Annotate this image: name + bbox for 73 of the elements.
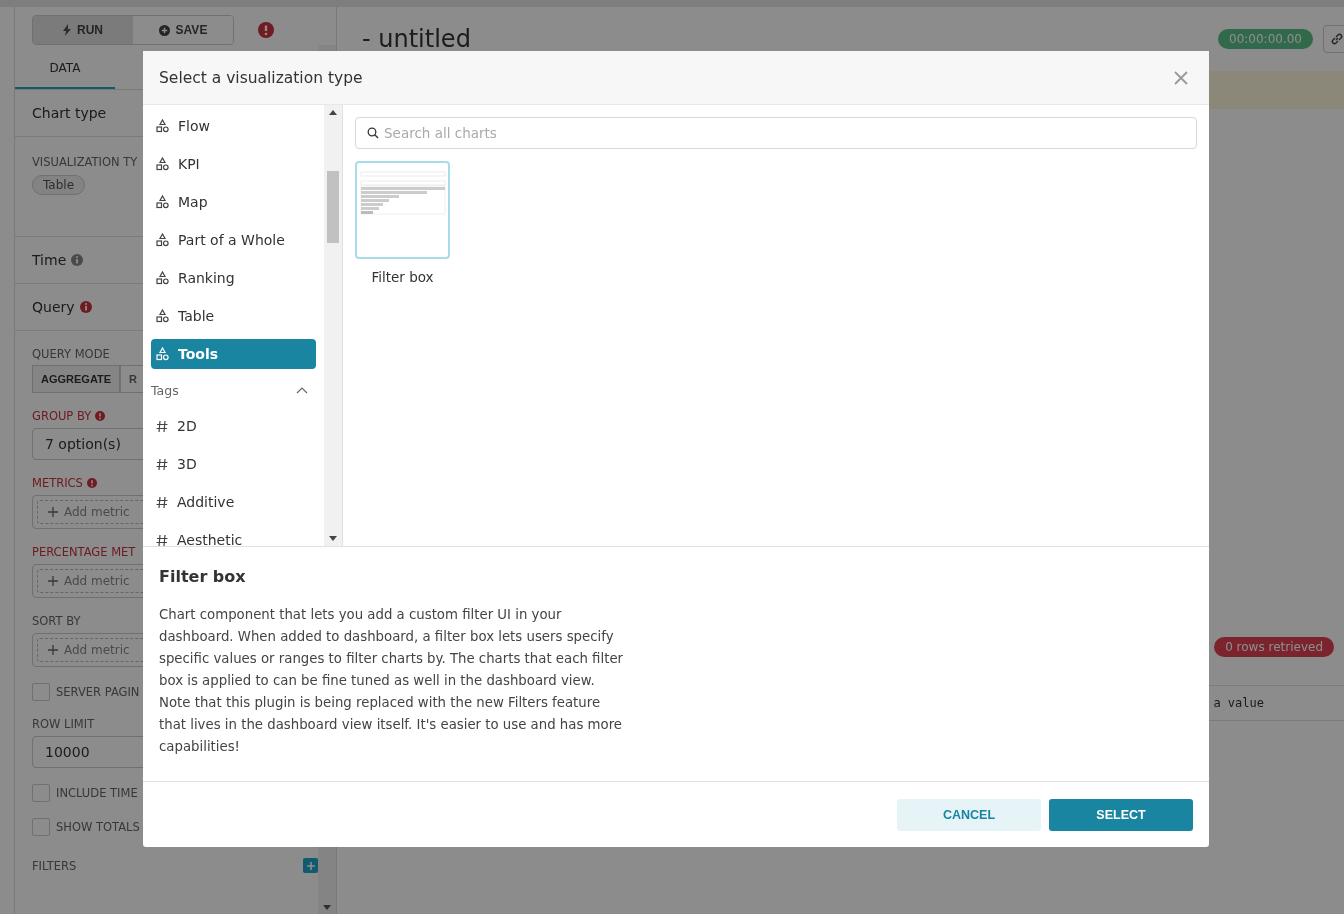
tab[interactable]: DATA	[15, 53, 115, 89]
chart-name: Filter box	[371, 269, 434, 285]
section-title[interactable]: Chart type	[32, 105, 107, 121]
category-item[interactable]: Flow	[143, 107, 324, 145]
link-button[interactable]	[1323, 25, 1344, 53]
plus-icon	[305, 860, 316, 871]
shapes-icon	[156, 271, 169, 285]
tag-item[interactable]: Additive	[143, 483, 324, 521]
plus-circle-icon	[158, 24, 170, 36]
category-item[interactable]: Part of a Whole	[143, 221, 324, 259]
field-label: METRICS	[32, 476, 83, 490]
field-label: FILTERS	[32, 858, 77, 873]
mode-button[interactable]: AGGREGATE	[32, 365, 121, 393]
add-filter-button[interactable]	[303, 858, 318, 873]
timer-badge: 00:00:00.00	[1218, 29, 1313, 49]
scroll-thumb[interactable]	[327, 171, 339, 243]
plus-icon	[48, 576, 58, 586]
category-item[interactable]: KPI	[143, 145, 324, 183]
shapes-icon	[156, 309, 169, 323]
scrollbar[interactable]	[324, 105, 342, 546]
detail-description: Chart component that lets you add a custom filter UI in your dashboard. When added to dashboard, a filter box lets users specify specific values or ranges to filter charts by. The charts that each filter box is applied to can be fine tuned as well in the dashboard view. Note that this plugin is being replaced with the new Filters feature that lives in the dashboard view itself. It's easier to use and has more capabilities!	[159, 606, 625, 756]
shapes-icon	[156, 347, 169, 361]
field-label: SORT BY	[32, 614, 81, 628]
category-item[interactable]: Tools	[151, 339, 316, 369]
tag-item[interactable]: Aesthetic	[143, 521, 324, 546]
checkbox-label: SERVER PAGIN	[56, 685, 140, 699]
field-label: PERCENTAGE MET	[32, 545, 136, 559]
close-icon[interactable]	[1174, 70, 1188, 85]
scroll-down-arrow-icon[interactable]	[323, 905, 331, 910]
plus-icon	[48, 507, 58, 517]
plus-icon	[48, 645, 58, 655]
category-item[interactable]: Ranking	[143, 259, 324, 297]
shapes-icon	[156, 195, 169, 209]
chart-type-tag[interactable]: Table	[32, 175, 86, 195]
hash-icon	[156, 457, 168, 471]
hash-icon	[156, 419, 168, 433]
tag-item[interactable]: 3D	[143, 445, 324, 483]
scroll-up-arrow-icon[interactable]	[329, 110, 337, 115]
field-label: ROW LIMIT	[32, 717, 95, 731]
bolt-icon	[63, 24, 71, 36]
search-field[interactable]: Search all charts	[355, 117, 1197, 149]
shapes-icon	[156, 233, 169, 247]
error-icon	[258, 22, 274, 38]
table-cell: a value	[1213, 696, 1264, 710]
category-item[interactable]: Map	[143, 183, 324, 221]
link-icon	[1330, 32, 1344, 46]
section-title[interactable]: Query	[32, 299, 75, 315]
hash-icon	[156, 533, 168, 546]
field-label: VISUALIZATION TY	[32, 155, 138, 169]
tags-header: Tags	[151, 382, 179, 398]
chart-title[interactable]: - untitled	[362, 25, 471, 53]
modal-title: Select a visualization type	[159, 68, 363, 87]
checkbox[interactable]	[32, 818, 50, 836]
field-label: GROUP BY	[32, 409, 92, 423]
hash-icon	[156, 495, 168, 509]
rows-badge: 0 rows retrieved	[1214, 637, 1334, 657]
checkbox[interactable]	[32, 683, 50, 701]
action-button[interactable]: RUN	[33, 16, 133, 44]
detail-title: Filter box	[159, 567, 247, 586]
checkbox-label: SHOW TOTALS	[56, 820, 140, 834]
dialog-button[interactable]: CANCEL	[897, 798, 1041, 831]
shapes-icon	[156, 157, 169, 171]
checkbox[interactable]	[32, 784, 50, 802]
category-item[interactable]: Table	[143, 297, 324, 335]
checkbox-label: INCLUDE TIME	[56, 786, 138, 800]
section-title[interactable]: Time	[32, 252, 67, 268]
scroll-down-arrow-icon[interactable]	[329, 536, 337, 541]
shapes-icon	[156, 119, 169, 133]
dialog-button[interactable]: SELECT	[1049, 798, 1193, 831]
tag-item[interactable]: 2D	[143, 407, 324, 445]
collapse-caret-icon[interactable]	[296, 386, 308, 394]
chart-card[interactable]	[355, 161, 450, 259]
field-label: QUERY MODE	[32, 347, 110, 361]
